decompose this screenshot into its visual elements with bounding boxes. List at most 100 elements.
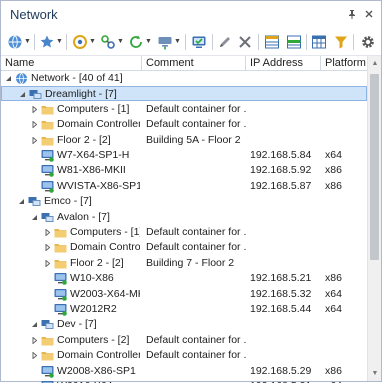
expand-arrow-icon[interactable] xyxy=(44,243,51,252)
tree-row-domain-controll[interactable]: Domain Controll... Default container for … xyxy=(1,240,367,255)
tree-row-w2003-x64-mkiii[interactable]: W2003-X64-MKIII 192.168.5.32 x64 xyxy=(1,287,367,302)
row-platform: x86 xyxy=(325,164,342,177)
row-ip-address xyxy=(250,210,320,225)
row-name: W2003-X64-MKIII xyxy=(70,287,140,300)
tree-row-w10-x86[interactable]: W10-X86 192.168.5.21 x86 xyxy=(1,271,367,286)
folder-icon xyxy=(41,349,54,362)
tree-row-computers-1[interactable]: Computers - [1] Default container for ... xyxy=(1,102,367,117)
folder-icon xyxy=(54,257,67,270)
edit-pencil-icon[interactable] xyxy=(217,33,233,51)
target-icon[interactable]: ▼ xyxy=(72,33,96,51)
row-name: Dreamlight - [7] xyxy=(45,88,117,101)
row-name: WVISTA-X86-SP1 xyxy=(57,179,140,192)
computer-check-icon[interactable] xyxy=(191,33,207,51)
collapse-arrow-icon[interactable] xyxy=(19,91,26,98)
expand-arrow-icon[interactable] xyxy=(44,228,51,237)
scroll-down-arrow-icon[interactable]: ▼ xyxy=(371,370,379,378)
row-ip-address xyxy=(250,102,320,117)
tree-row-network-40-of-41[interactable]: Network - [40 of 41] xyxy=(1,71,367,86)
tree-row-w7-x64-sp1-h[interactable]: W7-X64-SP1-H 192.168.5.84 x64 xyxy=(1,148,367,163)
row-platform xyxy=(325,348,365,363)
vertical-scrollbar[interactable]: ▲ ▼ xyxy=(367,56,381,381)
collapse-arrow-icon[interactable] xyxy=(31,214,38,221)
column-header: Name Comment IP Address Platform xyxy=(1,56,367,71)
delete-x-icon[interactable] xyxy=(237,33,253,51)
tree-row-floor-2-2[interactable]: Floor 2 - [2] Building 5A - Floor 2 xyxy=(1,133,367,148)
column-header-comment[interactable]: Comment xyxy=(142,56,246,71)
row-platform xyxy=(325,256,365,271)
expand-arrow-icon[interactable] xyxy=(31,120,38,129)
row-comment xyxy=(146,194,246,209)
row-platform: x64 xyxy=(325,149,342,161)
columns-icon[interactable] xyxy=(311,33,327,51)
row-name: Computers - [2] xyxy=(57,333,130,346)
list-icon[interactable] xyxy=(286,33,302,51)
pin-icon[interactable] xyxy=(347,9,357,19)
group-icon[interactable] xyxy=(264,33,280,51)
folder-icon xyxy=(41,334,54,347)
row-comment: Default container for ... xyxy=(146,102,246,115)
expand-arrow-icon[interactable] xyxy=(31,336,38,345)
tree-row-wvista-x86-sp1[interactable]: WVISTA-X86-SP1 192.168.5.87 x86 xyxy=(1,179,367,194)
row-ip-address: 192.168.5.92 xyxy=(250,164,312,177)
row-comment xyxy=(146,302,246,317)
row-comment: Building 7 - Floor 2 xyxy=(146,256,235,269)
row-name: Floor 2 - [2] xyxy=(57,133,111,146)
expand-arrow-icon[interactable] xyxy=(31,105,38,114)
tree-row-w81-x86-mkii[interactable]: W81-X86-MKII 192.168.5.92 x86 xyxy=(1,163,367,178)
refresh-icon[interactable]: ▼ xyxy=(128,33,152,51)
tree-row-domain-controllers[interactable]: Domain Controllers ... Default container … xyxy=(1,117,367,132)
expand-arrow-icon[interactable] xyxy=(31,351,38,360)
row-name: Computers - [1] xyxy=(70,226,140,238)
row-platform: x86 xyxy=(325,179,342,192)
row-platform: x86 xyxy=(325,272,342,285)
column-header-platform[interactable]: Platform xyxy=(321,56,367,71)
column-header-name[interactable]: Name xyxy=(1,56,142,71)
folder-icon xyxy=(54,241,67,254)
tree-row-domain-controllers[interactable]: Domain Controllers ... Default container … xyxy=(1,348,367,363)
tree-row-avalon-7[interactable]: Avalon - [7] xyxy=(1,210,367,225)
row-ip-address xyxy=(250,225,320,240)
row-comment: Default container for ... xyxy=(146,226,246,238)
scroll-up-arrow-icon[interactable]: ▲ xyxy=(371,60,379,68)
row-name: Network - [40 of 41] xyxy=(31,72,123,84)
row-platform: x86 xyxy=(325,364,342,377)
tree-row-w2016-x64[interactable]: W2016-X64 192.168.5.31 x64 xyxy=(1,379,367,383)
computer-icon xyxy=(41,149,54,162)
settings-gear-icon[interactable] xyxy=(360,33,376,51)
row-platform xyxy=(325,210,365,225)
deploy-icon[interactable]: ▼ xyxy=(157,33,181,51)
row-comment xyxy=(147,87,247,102)
filter-icon[interactable] xyxy=(333,33,349,51)
collapse-arrow-icon[interactable] xyxy=(5,75,12,82)
row-ip-address xyxy=(251,87,321,102)
expand-arrow-icon[interactable] xyxy=(44,259,51,268)
tree-row-computers-1[interactable]: Computers - [1] Default container for ... xyxy=(1,225,367,240)
computer-icon xyxy=(54,303,67,316)
scrollbar-thumb[interactable] xyxy=(370,74,379,260)
folder-icon xyxy=(41,118,54,131)
row-comment xyxy=(146,379,246,383)
connect-icon[interactable]: ▼ xyxy=(100,33,124,51)
close-icon[interactable] xyxy=(364,9,374,19)
tree-row-dev-7[interactable]: Dev - [7] xyxy=(1,317,367,332)
tree-row-w2008-x86-sp1[interactable]: W2008-X86-SP1 192.168.5.29 x86 xyxy=(1,364,367,379)
network-view-icon[interactable]: ▼ xyxy=(7,33,31,51)
tree-row-w2012r2[interactable]: W2012R2 192.168.5.44 x64 xyxy=(1,302,367,317)
row-comment: Building 5A - Floor 2 xyxy=(146,133,241,146)
row-platform: x64 xyxy=(325,303,342,315)
tree-row-dreamlight-7[interactable]: Dreamlight - [7] xyxy=(1,86,367,102)
column-header-ip-address[interactable]: IP Address xyxy=(246,56,321,71)
tree-row-computers-2[interactable]: Computers - [2] Default container for ... xyxy=(1,333,367,348)
expand-arrow-icon[interactable] xyxy=(31,136,38,145)
row-comment xyxy=(146,71,246,86)
row-name: Avalon - [7] xyxy=(57,210,110,223)
collapse-arrow-icon[interactable] xyxy=(18,198,25,205)
tree-row-emco-7[interactable]: Emco - [7] xyxy=(1,194,367,209)
tree-row-floor-2-2[interactable]: Floor 2 - [2] Building 7 - Floor 2 xyxy=(1,256,367,271)
row-ip-address: 192.168.5.31 xyxy=(250,379,320,383)
collapse-arrow-icon[interactable] xyxy=(31,321,38,328)
favorites-star-icon[interactable]: ▼ xyxy=(39,33,63,51)
row-comment xyxy=(146,287,246,302)
domain-icon xyxy=(41,318,54,331)
